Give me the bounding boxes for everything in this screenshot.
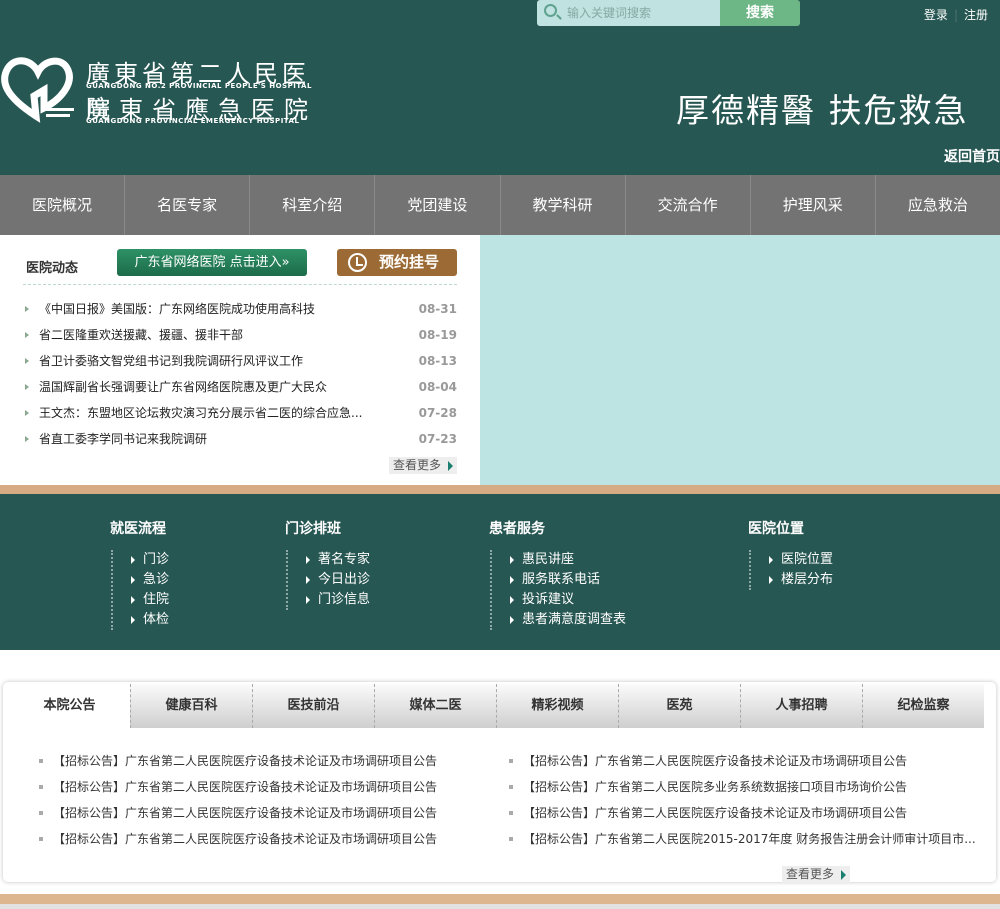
announcement-more-button[interactable]: 查看更多	[782, 866, 851, 884]
appointment-button[interactable]: 预约挂号	[337, 249, 457, 276]
auth-links: 登录 | 注册	[924, 6, 988, 23]
tab-bar: 本院公告 健康百科 医技前沿 媒体二医 精彩视频 医苑 人事招聘 纪检监察	[9, 684, 984, 728]
register-link[interactable]: 注册	[964, 8, 988, 22]
service-column: 就医流程 门诊 急诊 住院 体检	[110, 518, 169, 630]
service-link[interactable]: 楼层分布	[769, 570, 833, 590]
search-button[interactable]: 搜索	[720, 0, 800, 26]
news-item[interactable]: 省二医隆重欢送援藏、援疆、援非干部 08-19	[23, 322, 457, 348]
service-heading: 门诊排班	[285, 521, 341, 537]
nav-item[interactable]: 名医专家	[124, 175, 249, 235]
service-column: 医院位置 医院位置 楼层分布	[748, 518, 833, 590]
news-date: 07-23	[418, 432, 457, 446]
search-icon	[544, 4, 557, 17]
news-title-text: 王文杰：东盟地区论坛救灾演习充分展示省二医的综合应急...	[39, 406, 363, 420]
login-link[interactable]: 登录	[924, 8, 948, 22]
divider	[0, 894, 1000, 904]
clock-icon	[348, 253, 367, 272]
service-column: 患者服务 惠民讲座 服务联系电话 投诉建议 患者满意度调查表	[489, 518, 626, 630]
nav-item[interactable]: 教学科研	[499, 175, 625, 235]
tab-video[interactable]: 精彩视频	[496, 684, 618, 728]
announcement-list: 【招标公告】广东省第二人民医院医疗设备技术论证及市场调研项目公告 【招标公告】广…	[509, 748, 976, 852]
announcement-list: 【招标公告】广东省第二人民医院医疗设备技术论证及市场调研项目公告 【招标公告】广…	[39, 748, 499, 852]
news-title-text: 省直工委李学同书记来我院调研	[39, 432, 208, 446]
tab-garden[interactable]: 医苑	[618, 684, 740, 728]
header: 廣東省第二人民医院 GUANGDONG NO.2 PROVINCIAL PEOP…	[0, 0, 1000, 175]
service-link[interactable]: 医院位置	[769, 550, 833, 570]
news-item[interactable]: 省卫计委骆文智党组书记到我院调研行风评议工作 08-13	[23, 348, 457, 374]
news-title-text: 温国辉副省长强调要让广东省网络医院惠及更广大民众	[39, 380, 328, 394]
announcement-item[interactable]: 【招标公告】广东省第二人民医院医疗设备技术论证及市场调研项目公告	[509, 748, 969, 774]
search-input[interactable]	[567, 4, 717, 22]
banner-panel	[480, 235, 1000, 485]
nav-item[interactable]: 医院概况	[0, 175, 124, 235]
news-item[interactable]: 温国辉副省长强调要让广东省网络医院惠及更广大民众 08-04	[23, 374, 457, 400]
news-title-text: 省卫计委骆文智党组书记到我院调研行风评议工作	[39, 354, 304, 368]
news-date: 07-28	[418, 406, 457, 420]
service-link[interactable]: 门诊	[131, 550, 169, 570]
service-link[interactable]: 门诊信息	[306, 590, 370, 610]
news-title-text: 《中国日报》美国版：广东网络医院成功使用高科技	[39, 302, 316, 316]
service-link[interactable]: 投诉建议	[510, 590, 626, 610]
divider	[0, 485, 1000, 494]
footer-strip	[0, 904, 1000, 909]
service-link[interactable]: 著名专家	[306, 550, 370, 570]
news-more-button[interactable]: 查看更多	[389, 457, 458, 474]
news-item[interactable]: 《中国日报》美国版：广东网络医院成功使用高科技 08-31	[23, 296, 457, 322]
divider	[23, 284, 457, 285]
service-column: 门诊排班 著名专家 今日出诊 门诊信息	[285, 518, 370, 610]
news-title-text: 省二医隆重欢送援藏、援疆、援非干部	[39, 328, 244, 342]
appointment-label: 预约挂号	[379, 253, 440, 271]
service-heading: 医院位置	[748, 521, 804, 537]
nav-item[interactable]: 交流合作	[624, 175, 750, 235]
news-date: 08-13	[418, 354, 457, 368]
news-item[interactable]: 省直工委李学同书记来我院调研 07-23	[23, 426, 457, 452]
news-list: 《中国日报》美国版：广东网络医院成功使用高科技 08-31 省二医隆重欢送援藏、援…	[23, 296, 457, 452]
announcement-item[interactable]: 【招标公告】广东省第二人民医院医疗设备技术论证及市场调研项目公告	[39, 774, 499, 800]
tab-recruitment[interactable]: 人事招聘	[740, 684, 862, 728]
service-link[interactable]: 体检	[131, 610, 169, 630]
service-link[interactable]: 住院	[131, 590, 169, 610]
news-date: 08-04	[418, 380, 457, 394]
search-box	[537, 0, 720, 26]
tab-announcements[interactable]: 本院公告	[9, 684, 130, 728]
service-link[interactable]: 急诊	[131, 570, 169, 590]
announcement-item[interactable]: 【招标公告】广东省第二人民医院多业务系统数据接口项目市场询价公告	[509, 774, 969, 800]
service-link[interactable]: 患者满意度调查表	[510, 610, 626, 630]
service-heading: 就医流程	[110, 521, 166, 537]
nav-item[interactable]: 应急救治	[874, 175, 1000, 235]
home-link[interactable]: 返回首页	[944, 146, 1000, 166]
announcement-item[interactable]: 【招标公告】广东省第二人民医院医疗设备技术论证及市场调研项目公告	[509, 800, 969, 826]
nav-item[interactable]: 科室介绍	[249, 175, 374, 235]
news-item[interactable]: 王文杰：东盟地区论坛救灾演习充分展示省二医的综合应急... 07-28	[23, 400, 457, 426]
hospital-logo[interactable]: 廣東省第二人民医院 GUANGDONG NO.2 PROVINCIAL PEOP…	[0, 52, 330, 127]
tab-media[interactable]: 媒体二医	[374, 684, 496, 728]
logo-text-en: GUANGDONG NO.2 PROVINCIAL PEOPLE'S HOSPI…	[86, 82, 312, 90]
logo-text-en-2: GUANGDONG PROVINCIAL EMERGENCY HOSPITAL	[86, 117, 300, 125]
service-link[interactable]: 今日出诊	[306, 570, 370, 590]
news-title: 医院动态	[26, 261, 79, 276]
news-date: 08-31	[418, 302, 457, 316]
news-date: 08-19	[418, 328, 457, 342]
service-link[interactable]: 惠民讲座	[510, 550, 626, 570]
main-nav: 医院概况 名医专家 科室介绍 党团建设 教学科研 交流合作 护理风采 应急救治	[0, 175, 1000, 235]
divider: |	[953, 8, 958, 22]
heart-logo-icon	[1, 57, 74, 123]
tab-health[interactable]: 健康百科	[130, 684, 252, 728]
announcement-item[interactable]: 【招标公告】广东省第二人民医院医疗设备技术论证及市场调研项目公告	[39, 800, 499, 826]
announcement-item[interactable]: 【招标公告】广东省第二人民医院医疗设备技术论证及市场调研项目公告	[39, 748, 499, 774]
service-heading: 患者服务	[489, 521, 545, 537]
nav-item[interactable]: 党团建设	[374, 175, 499, 235]
nav-item[interactable]: 护理风采	[749, 175, 875, 235]
network-hospital-button[interactable]: 广东省网络医院 点击进入»	[117, 249, 307, 276]
service-link[interactable]: 服务联系电话	[510, 570, 626, 590]
slogan: 厚德精醫 扶危救急	[676, 91, 969, 130]
announcement-item[interactable]: 【招标公告】广东省第二人民医院医疗设备技术论证及市场调研项目公告	[39, 826, 499, 852]
tab-tech[interactable]: 医技前沿	[252, 684, 374, 728]
announcement-item[interactable]: 【招标公告】广东省第二人民医院2015-2017年度 财务报告注册会计师审计项目…	[509, 826, 976, 852]
tab-discipline[interactable]: 纪检监察	[862, 684, 984, 728]
